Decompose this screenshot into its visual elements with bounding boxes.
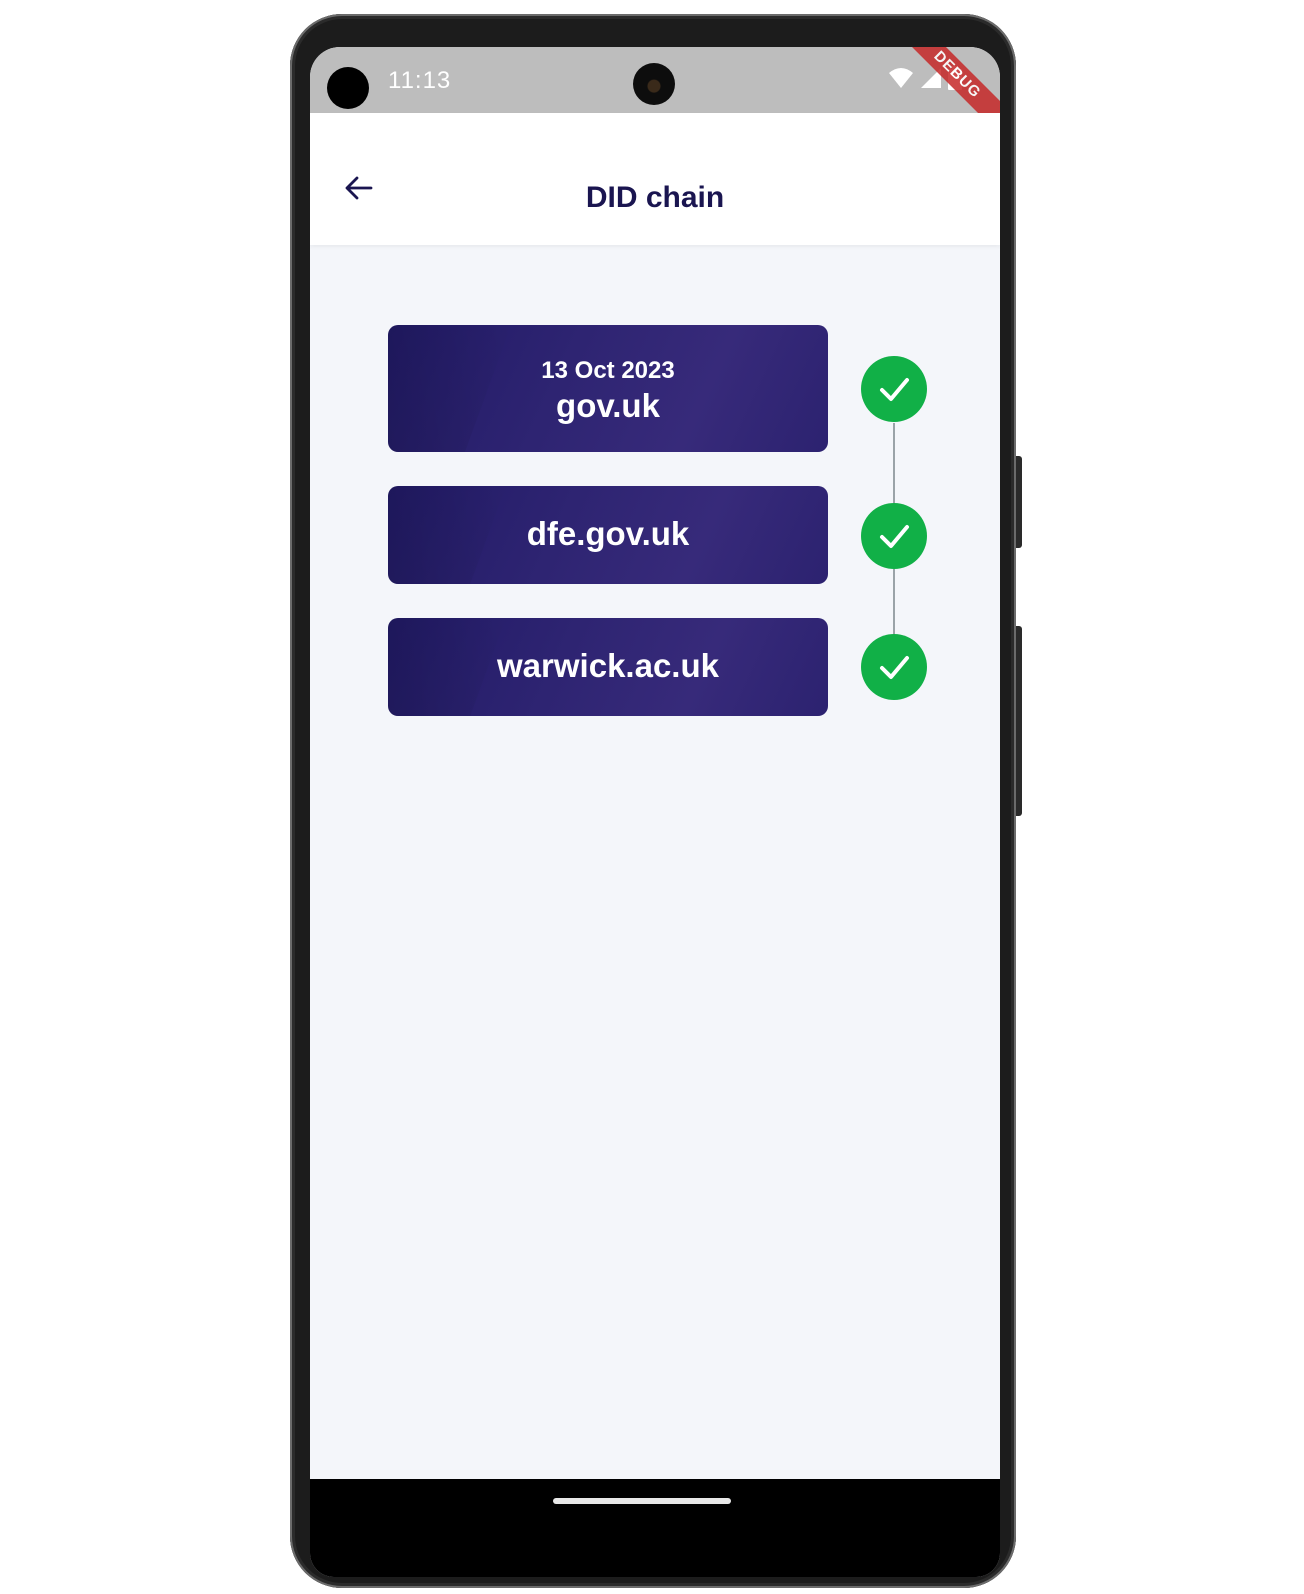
chain-item-domain: gov.uk — [556, 387, 660, 424]
chain-item-domain: dfe.gov.uk — [526, 515, 690, 552]
status-bar: 11:13 DEBUG — [310, 47, 1000, 144]
home-indicator[interactable] — [553, 1498, 731, 1504]
front-camera — [633, 63, 675, 105]
page-title: DID chain — [585, 181, 725, 214]
chain-item-warwick-ac-uk[interactable]: warwick.ac.uk — [388, 618, 828, 716]
chain-item-gov-uk[interactable]: 13 Oct 2023 gov.uk — [388, 325, 828, 452]
power-button — [1016, 626, 1022, 816]
chain-item-date: 13 Oct 2023 — [541, 357, 675, 384]
verified-check-icon — [861, 634, 927, 700]
status-time: 11:13 — [388, 67, 452, 94]
device-frame: 11:13 DEBUG DID chain 13 Oct 2023 gov.uk… — [0, 0, 1304, 1594]
verified-check-icon — [861, 503, 927, 569]
system-nav-bar — [310, 1479, 1000, 1577]
volume-button — [1016, 456, 1022, 548]
status-dot — [327, 67, 369, 109]
wifi-icon — [889, 68, 913, 88]
chain-item-domain: warwick.ac.uk — [497, 647, 719, 684]
app-bar: DID chain — [310, 113, 1000, 245]
chain-item-dfe-gov-uk[interactable]: dfe.gov.uk — [388, 486, 828, 584]
app-screen: 11:13 DEBUG DID chain 13 Oct 2023 gov.uk… — [310, 47, 1000, 1577]
verified-check-icon — [861, 356, 927, 422]
